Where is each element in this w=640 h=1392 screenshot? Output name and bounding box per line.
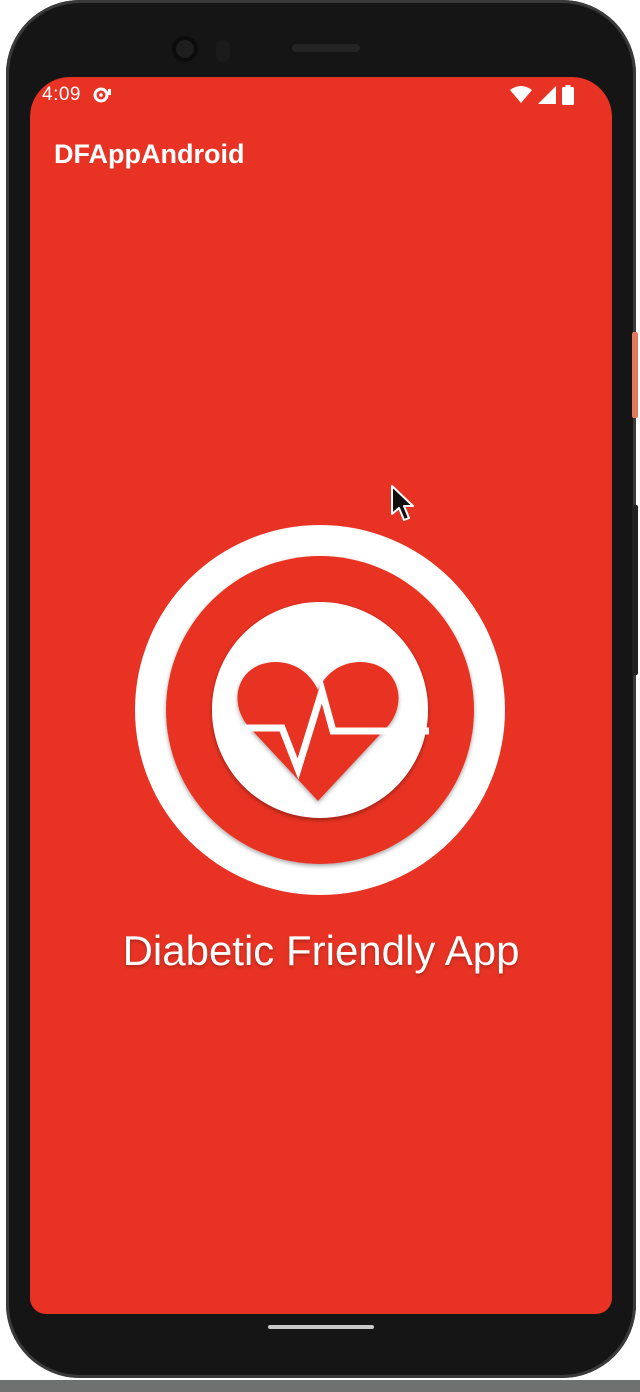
- gesture-nav-handle[interactable]: [268, 1325, 374, 1329]
- app-bar-title: DFAppAndroid: [54, 139, 245, 169]
- earpiece-speaker: [292, 44, 360, 52]
- volume-button[interactable]: [632, 505, 638, 675]
- proximity-sensor: [216, 40, 230, 62]
- front-camera-icon: [172, 36, 198, 62]
- status-icons: [510, 84, 574, 106]
- host-bottom-strip: [0, 1380, 640, 1392]
- device-stage: 4:09 DFAppAndroid Diabetic Friendly App: [0, 0, 640, 1392]
- data-saver-icon: [93, 87, 111, 103]
- app-screen: 4:09 DFAppAndroid Diabetic Friendly App: [30, 77, 612, 1314]
- heart-pulse-icon: [135, 525, 505, 895]
- signal-icon: [538, 86, 556, 104]
- battery-icon: [562, 85, 574, 105]
- status-time: 4:09: [42, 84, 81, 105]
- power-button[interactable]: [632, 332, 638, 418]
- mouse-pointer-icon: [391, 485, 414, 521]
- status-bar: 4:09: [30, 77, 612, 113]
- wifi-icon: [510, 86, 532, 103]
- app-tagline: Diabetic Friendly App: [122, 927, 520, 974]
